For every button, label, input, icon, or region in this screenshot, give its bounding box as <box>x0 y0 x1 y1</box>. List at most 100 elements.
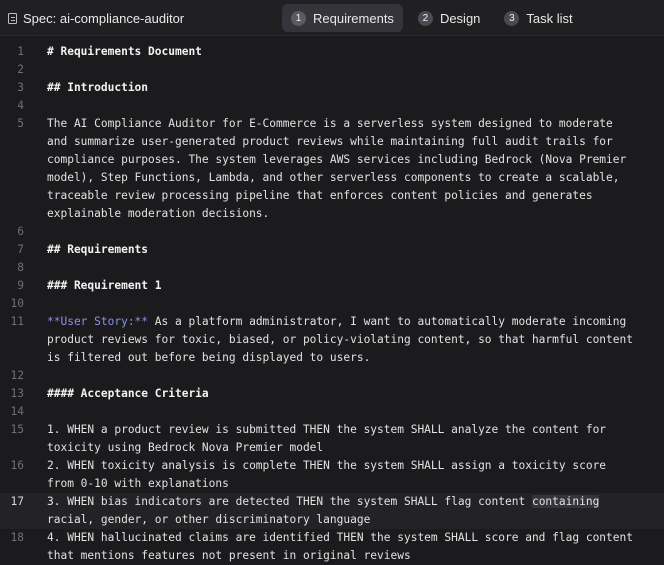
editor-line[interactable]: 11 **User Story:** As a platform administ… <box>0 313 664 331</box>
line-content: is filtered out before being displayed t… <box>47 351 371 364</box>
tab-label: Requirements <box>313 10 394 26</box>
line-content: #### Acceptance Criteria <box>47 387 209 400</box>
editor-line[interactable]: from 0-10 with explanations <box>0 475 664 493</box>
editor-line[interactable]: 2 <box>0 61 664 79</box>
line-content: model), Step Functions, Lambda, and othe… <box>47 171 620 184</box>
line-content: 1. WHEN a product review is submitted TH… <box>47 423 607 436</box>
line-number <box>0 331 24 349</box>
editor-line[interactable]: and summarize user-generated product rev… <box>0 133 664 151</box>
tab-requirements[interactable]: 1 Requirements <box>282 4 403 32</box>
line-number: 9 <box>17 279 24 292</box>
line-number <box>0 205 24 223</box>
editor-line[interactable]: that mentions features not present in or… <box>0 547 664 565</box>
line-number <box>0 511 24 529</box>
line-content <box>24 97 47 115</box>
line-content <box>24 223 47 241</box>
line-number <box>0 169 24 187</box>
editor-line[interactable]: 5 The AI Compliance Auditor for E-Commerc… <box>0 115 664 133</box>
line-number: 2 <box>17 63 24 76</box>
tab-number: 3 <box>504 10 520 26</box>
editor-line[interactable]: traceable review processing pipeline tha… <box>0 187 664 205</box>
line-number <box>0 439 24 457</box>
editor-line[interactable]: explainable moderation decisions. <box>0 205 664 223</box>
line-content <box>24 259 47 277</box>
editor-line[interactable]: toxicity using Bedrock Nova Premier mode… <box>0 439 664 457</box>
line-number: 12 <box>10 369 24 382</box>
tab-label: Task list <box>526 10 573 26</box>
line-content <box>24 295 47 313</box>
editor-line[interactable]: compliance purposes. The system leverage… <box>0 151 664 169</box>
editor-line[interactable]: 12 <box>0 367 664 385</box>
spec-tabs: 1 Requirements 2 Design 3 Task list <box>282 4 582 32</box>
line-content: ## Requirements <box>47 243 149 256</box>
line-number: 5 <box>17 117 24 130</box>
line-number <box>0 349 24 367</box>
line-content <box>24 367 47 385</box>
editor-line[interactable]: 17 3. WHEN bias indicators are detected T… <box>0 493 664 511</box>
line-number: 4 <box>17 99 24 112</box>
tab-task-list[interactable]: 3 Task list <box>495 4 581 32</box>
line-content: traceable review processing pipeline tha… <box>47 189 593 202</box>
line-number: 18 <box>10 531 24 544</box>
line-content: product reviews for toxic, biased, or po… <box>47 333 633 346</box>
editor-line[interactable]: 4 <box>0 97 664 115</box>
line-number: 15 <box>10 423 24 436</box>
spec-title: Spec: ai-compliance-auditor <box>8 0 184 36</box>
tab-label: Design <box>439 10 481 26</box>
editor-line[interactable]: is filtered out before being displayed t… <box>0 349 664 367</box>
editor-line[interactable]: model), Step Functions, Lambda, and othe… <box>0 169 664 187</box>
editor-line[interactable]: 13 #### Acceptance Criteria <box>0 385 664 403</box>
line-number <box>0 151 24 169</box>
line-number: 10 <box>10 297 24 310</box>
line-content: compliance purposes. The system leverage… <box>47 153 627 166</box>
tab-number: 2 <box>417 10 433 26</box>
line-number: 1 <box>17 45 24 58</box>
editor-line[interactable]: 7 ## Requirements <box>0 241 664 259</box>
line-content: 2. WHEN toxicity analysis is complete TH… <box>47 459 607 472</box>
line-content: The AI Compliance Auditor for E-Commerce… <box>47 117 613 130</box>
line-content: toxicity using Bedrock Nova Premier mode… <box>47 441 324 454</box>
editor-line[interactable]: 6 <box>0 223 664 241</box>
spec-title-text: Spec: ai-compliance-auditor <box>23 10 185 26</box>
line-text: As a platform administrator, I want to a… <box>148 315 627 328</box>
line-content: from 0-10 with explanations <box>47 477 229 490</box>
editor-line[interactable]: 8 <box>0 259 664 277</box>
line-number: 8 <box>17 261 24 274</box>
line-number <box>0 187 24 205</box>
editor-line[interactable]: 3 ## Introduction <box>0 79 664 97</box>
line-content: that mentions features not present in or… <box>47 549 411 562</box>
editor-line[interactable]: 14 <box>0 403 664 421</box>
tab-number: 1 <box>291 10 306 26</box>
line-number: 11 <box>10 315 24 328</box>
editor-line[interactable]: 10 <box>0 295 664 313</box>
line-number: 16 <box>10 459 24 472</box>
line-number: 3 <box>17 81 24 94</box>
document-icon <box>8 12 17 24</box>
line-number: 6 <box>17 225 24 238</box>
line-content <box>24 403 47 421</box>
line-text: 3. WHEN bias indicators are detected THE… <box>47 495 532 508</box>
line-content: ### Requirement 1 <box>47 279 162 292</box>
line-content: and summarize user-generated product rev… <box>47 135 613 148</box>
editor-line[interactable]: 1 # Requirements Document <box>0 43 664 61</box>
editor-line[interactable]: racial, gender, or other discriminatory … <box>0 511 664 529</box>
editor-line[interactable]: 15 1. WHEN a product review is submitted … <box>0 421 664 439</box>
line-content: # Requirements Document <box>47 45 202 58</box>
bold-marker: **User Story:** <box>47 315 149 328</box>
markdown-editor[interactable]: 1 # Requirements Document 2 3 ## Introductio… <box>0 43 664 565</box>
tab-design[interactable]: 2 Design <box>409 4 489 32</box>
line-content: explainable moderation decisions. <box>47 207 270 220</box>
line-content: ## Introduction <box>47 81 149 94</box>
line-number <box>0 133 24 151</box>
editor-line[interactable]: 18 4. WHEN hallucinated claims are identi… <box>0 529 664 547</box>
editor-line[interactable]: 9 ### Requirement 1 <box>0 277 664 295</box>
editor-line[interactable]: 16 2. WHEN toxicity analysis is complete … <box>0 457 664 475</box>
line-content: 4. WHEN hallucinated claims are identifi… <box>47 531 633 544</box>
line-content: racial, gender, or other discriminatory … <box>47 513 371 526</box>
spec-header: Spec: ai-compliance-auditor 1 Requiremen… <box>0 0 664 36</box>
line-number: 17 <box>10 495 24 508</box>
line-content: 3. WHEN bias indicators are detected THE… <box>24 493 600 511</box>
text-selection: containing <box>531 495 600 508</box>
editor-line[interactable]: product reviews for toxic, biased, or po… <box>0 331 664 349</box>
line-number <box>0 547 24 565</box>
